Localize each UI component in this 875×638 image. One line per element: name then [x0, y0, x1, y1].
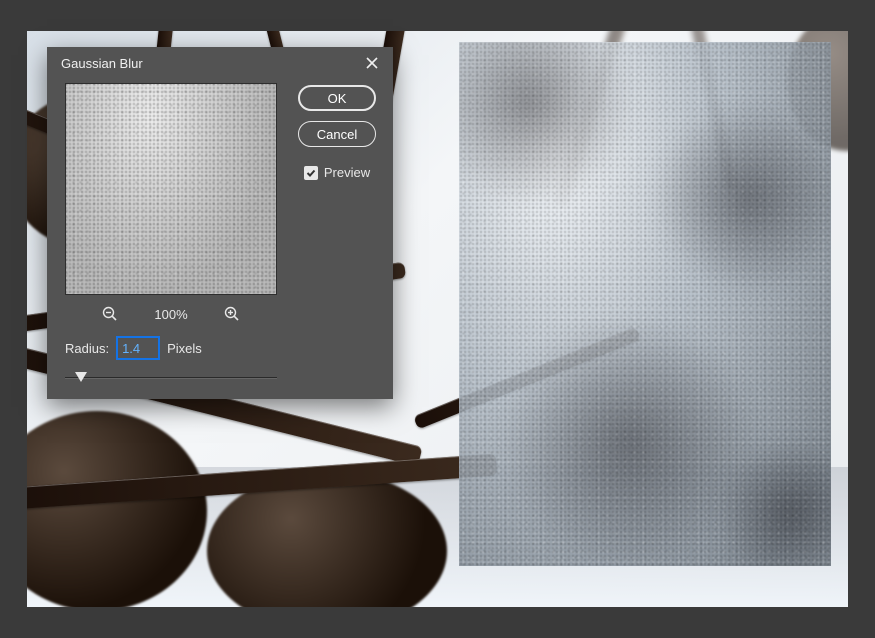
dialog-right-column: OK Cancel Preview — [295, 83, 379, 387]
zoom-out-icon — [102, 306, 118, 322]
checkbox-box — [304, 166, 318, 180]
radius-label: Radius: — [65, 341, 109, 356]
check-icon — [306, 168, 316, 178]
preview-checkbox[interactable]: Preview — [304, 165, 370, 180]
slider-thumb[interactable] — [75, 372, 87, 382]
gaussian-blur-dialog: Gaussian Blur 100% Radius: Pixels — [47, 47, 393, 399]
radius-input[interactable] — [117, 337, 159, 359]
radius-row: Radius: Pixels — [65, 337, 202, 359]
zoom-in-icon — [224, 306, 240, 322]
dialog-title: Gaussian Blur — [61, 56, 143, 71]
zoom-out-button[interactable] — [101, 305, 119, 323]
zoom-level: 100% — [147, 307, 195, 322]
slider-track — [65, 377, 277, 379]
blur-blob — [489, 322, 769, 562]
radius-slider[interactable] — [65, 369, 277, 387]
blur-blob — [459, 42, 639, 202]
close-icon — [366, 57, 378, 69]
preview-checkbox-label: Preview — [324, 165, 370, 180]
dialog-left-column: 100% Radius: Pixels — [65, 83, 277, 387]
dialog-titlebar[interactable]: Gaussian Blur — [47, 47, 393, 79]
close-button[interactable] — [361, 52, 383, 74]
radius-unit: Pixels — [167, 341, 202, 356]
dialog-content: 100% Radius: Pixels OK Cancel — [47, 79, 393, 387]
ok-button[interactable]: OK — [298, 85, 376, 111]
zoom-in-button[interactable] — [223, 305, 241, 323]
frosted-glass-layer — [459, 42, 831, 566]
zoom-controls: 100% — [101, 305, 241, 323]
cancel-button[interactable]: Cancel — [298, 121, 376, 147]
blur-blob — [649, 102, 831, 292]
effect-preview[interactable] — [65, 83, 277, 295]
blur-blob — [709, 442, 831, 566]
